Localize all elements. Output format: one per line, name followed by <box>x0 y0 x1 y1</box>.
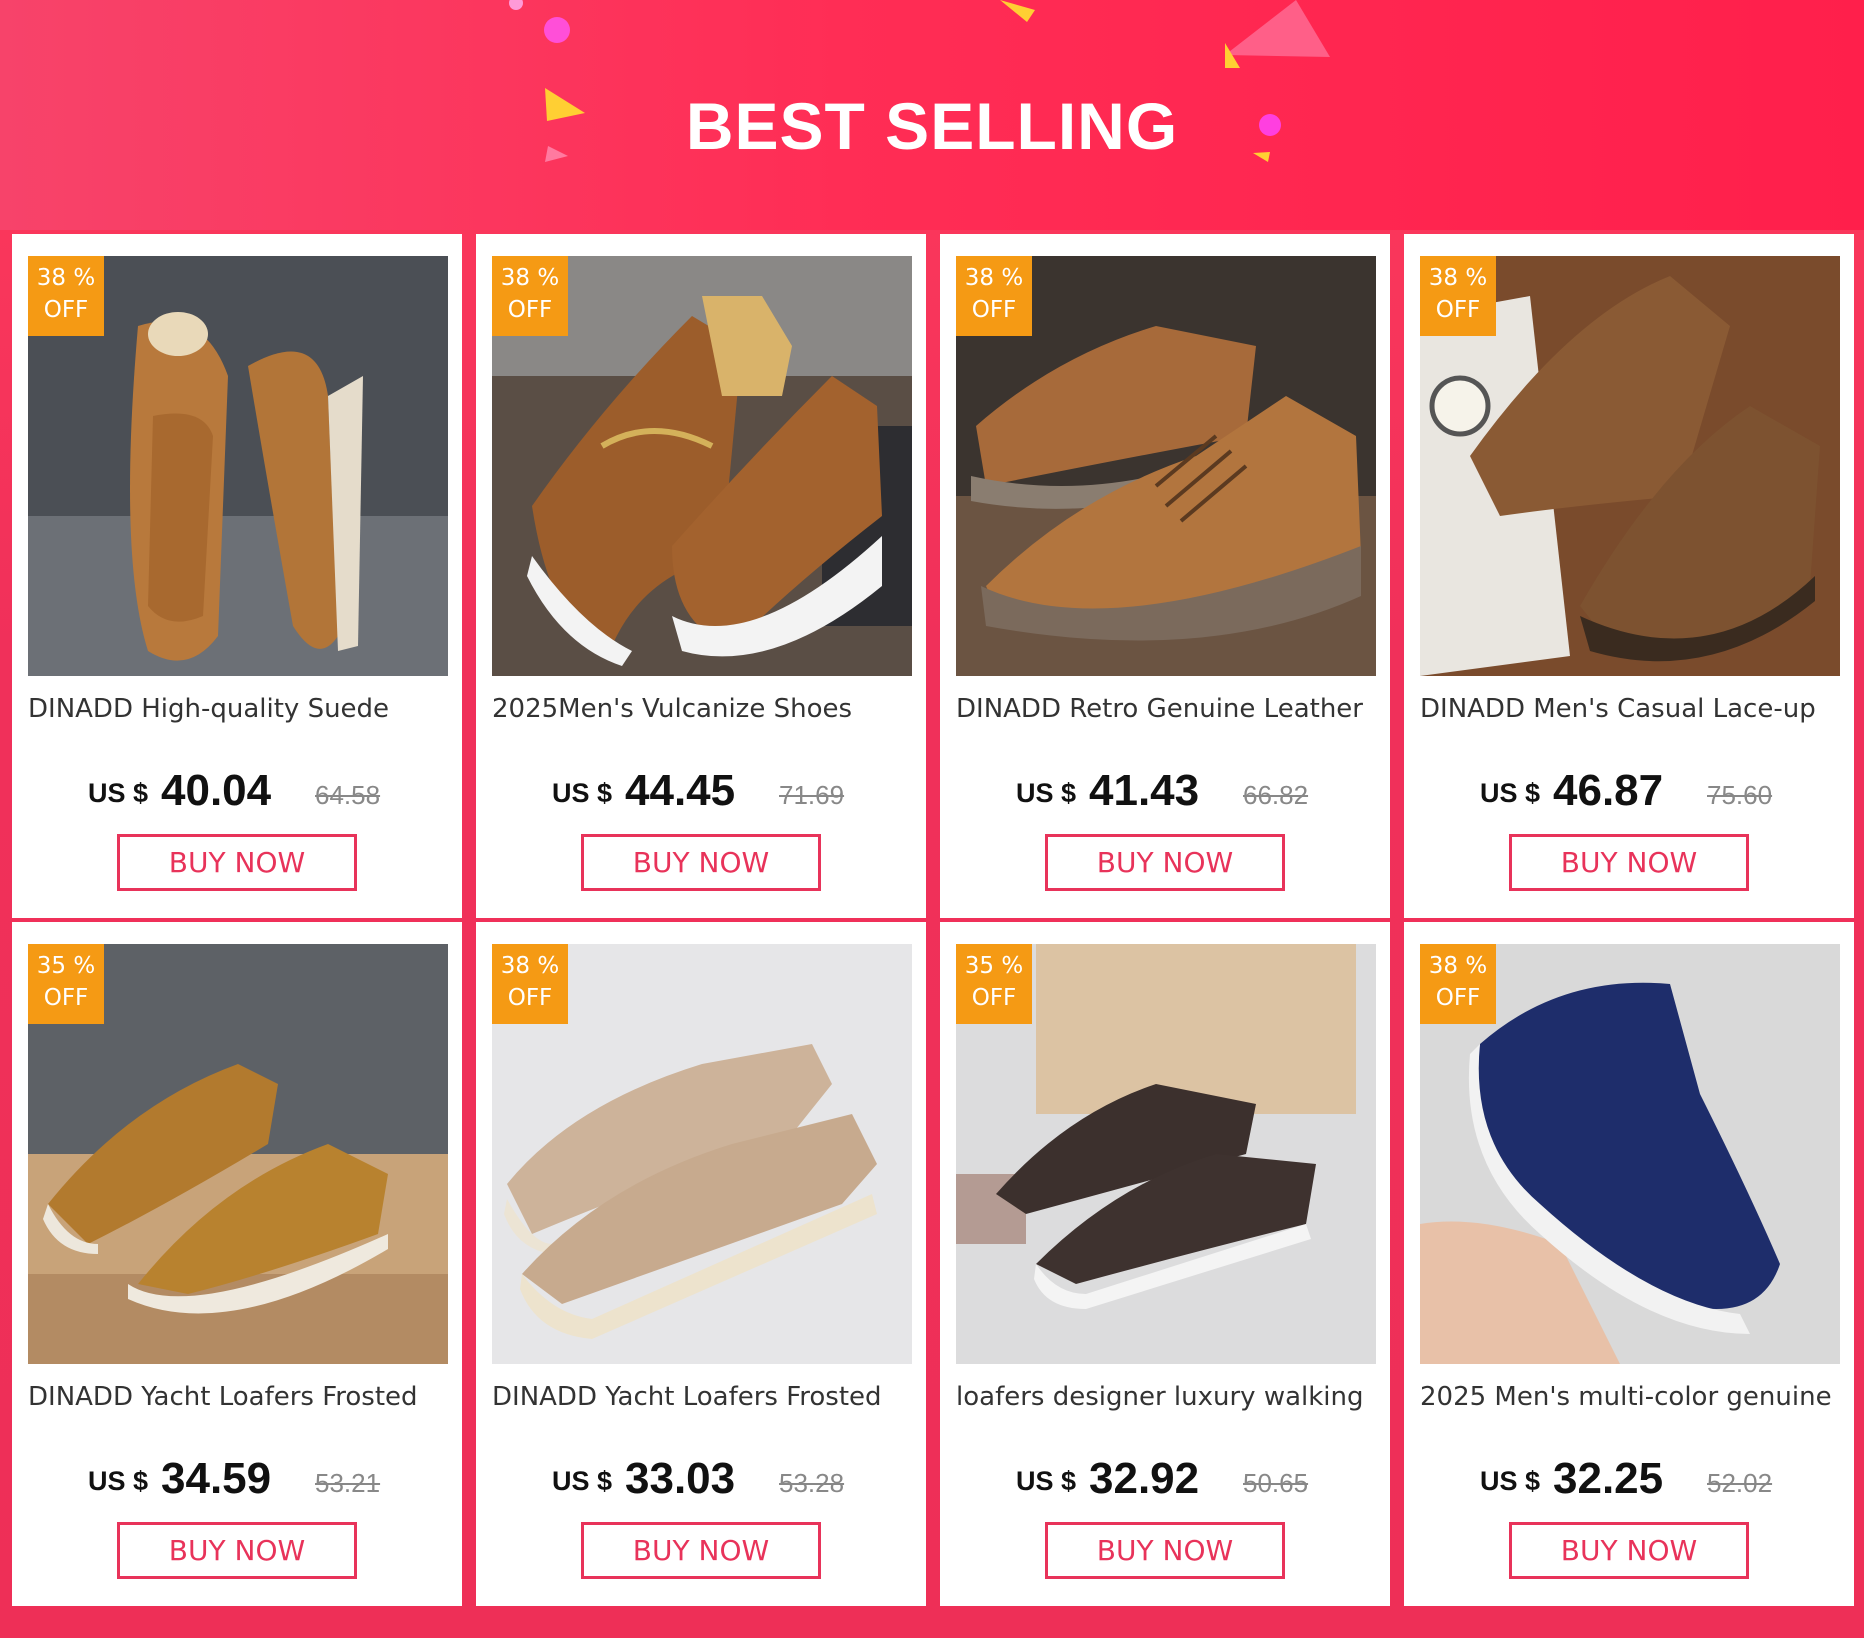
currency-label: US $ <box>88 778 149 808</box>
currency-label: US $ <box>1480 778 1541 808</box>
product-card[interactable]: 35 % OFF DINADD Yacht Loafers Frosted US… <box>12 922 462 1606</box>
product-name[interactable]: 2025Men's Vulcanize Shoes <box>492 694 912 724</box>
buy-now-button[interactable]: BUY NOW <box>1045 1522 1285 1579</box>
discount-badge: 38 % OFF <box>28 256 104 336</box>
product-card[interactable]: 35 % OFF loafers designer luxury walking… <box>940 922 1390 1606</box>
buy-now-button[interactable]: BUY NOW <box>117 834 357 891</box>
original-price: 52.02 <box>1707 1468 1773 1498</box>
price-row: US $ 34.59 53.21 <box>12 1452 462 1512</box>
original-price: 75.60 <box>1707 780 1773 810</box>
sale-price: 33.03 <box>625 1454 736 1503</box>
product-image[interactable]: 38 % OFF <box>28 256 448 676</box>
sale-price: 32.92 <box>1089 1454 1200 1503</box>
currency-label: US $ <box>1480 1466 1541 1496</box>
price-row: US $ 32.25 52.02 <box>1404 1452 1854 1512</box>
price-row: US $ 32.92 50.65 <box>940 1452 1390 1512</box>
discount-badge: 35 % OFF <box>956 944 1032 1024</box>
price-row: US $ 44.45 71.69 <box>476 764 926 824</box>
currency-label: US $ <box>552 778 613 808</box>
product-grid: 38 % OFF DINADD High-quality Suede US $ … <box>12 234 1856 1606</box>
currency-label: US $ <box>88 1466 149 1496</box>
product-image[interactable]: 38 % OFF <box>956 256 1376 676</box>
currency-label: US $ <box>1016 1466 1077 1496</box>
sale-price: 40.04 <box>161 766 272 815</box>
discount-badge: 38 % OFF <box>1420 944 1496 1024</box>
product-image[interactable]: 35 % OFF <box>28 944 448 1364</box>
price-row: US $ 41.43 66.82 <box>940 764 1390 824</box>
product-card[interactable]: 38 % OFF DINADD High-quality Suede US $ … <box>12 234 462 918</box>
price-row: US $ 33.03 53.28 <box>476 1452 926 1512</box>
sale-price: 46.87 <box>1553 766 1664 815</box>
page-title: BEST SELLING <box>685 89 1179 163</box>
product-name[interactable]: loafers designer luxury walking <box>956 1382 1376 1412</box>
original-price: 66.82 <box>1243 780 1309 810</box>
discount-badge: 38 % OFF <box>1420 256 1496 336</box>
original-price: 53.28 <box>779 1468 845 1498</box>
product-name[interactable]: DINADD High-quality Suede <box>28 694 448 724</box>
discount-badge: 38 % OFF <box>492 944 568 1024</box>
product-image[interactable]: 35 % OFF <box>956 944 1376 1364</box>
price-row: US $ 46.87 75.60 <box>1404 764 1854 824</box>
buy-now-button[interactable]: BUY NOW <box>1509 834 1749 891</box>
product-image[interactable]: 38 % OFF <box>492 256 912 676</box>
discount-badge: 38 % OFF <box>956 256 1032 336</box>
sale-price: 34.59 <box>161 1454 272 1503</box>
product-image[interactable]: 38 % OFF <box>492 944 912 1364</box>
original-price: 50.65 <box>1243 1468 1309 1498</box>
product-name[interactable]: DINADD Men's Casual Lace-up <box>1420 694 1840 724</box>
buy-now-button[interactable]: BUY NOW <box>1509 1522 1749 1579</box>
price-row: US $ 40.04 64.58 <box>12 764 462 824</box>
product-name[interactable]: 2025 Men's multi-color genuine <box>1420 1382 1840 1412</box>
buy-now-button[interactable]: BUY NOW <box>1045 834 1285 891</box>
currency-label: US $ <box>1016 778 1077 808</box>
product-card[interactable]: 38 % OFF DINADD Men's Casual Lace-up US … <box>1404 234 1854 918</box>
product-image[interactable]: 38 % OFF <box>1420 944 1840 1364</box>
original-price: 53.21 <box>315 1468 381 1498</box>
product-card[interactable]: 38 % OFF DINADD Retro Genuine Leather US… <box>940 234 1390 918</box>
product-name[interactable]: DINADD Retro Genuine Leather <box>956 694 1376 724</box>
product-name[interactable]: DINADD Yacht Loafers Frosted <box>28 1382 448 1412</box>
product-card[interactable]: 38 % OFF DINADD Yacht Loafers Frosted US… <box>476 922 926 1606</box>
buy-now-button[interactable]: BUY NOW <box>117 1522 357 1579</box>
product-name[interactable]: DINADD Yacht Loafers Frosted <box>492 1382 912 1412</box>
sale-price: 32.25 <box>1553 1454 1664 1503</box>
buy-now-button[interactable]: BUY NOW <box>581 834 821 891</box>
product-card[interactable]: 38 % OFF 2025Men's Vulcanize Shoes US $ … <box>476 234 926 918</box>
sale-price: 41.43 <box>1089 766 1200 815</box>
buy-now-button[interactable]: BUY NOW <box>581 1522 821 1579</box>
discount-badge: 38 % OFF <box>492 256 568 336</box>
original-price: 64.58 <box>315 780 381 810</box>
original-price: 71.69 <box>779 780 845 810</box>
banner-header: BEST SELLING <box>0 0 1864 230</box>
product-card[interactable]: 38 % OFF 2025 Men's multi-color genuine … <box>1404 922 1854 1606</box>
sale-price: 44.45 <box>625 766 736 815</box>
product-image[interactable]: 38 % OFF <box>1420 256 1840 676</box>
discount-badge: 35 % OFF <box>28 944 104 1024</box>
currency-label: US $ <box>552 1466 613 1496</box>
